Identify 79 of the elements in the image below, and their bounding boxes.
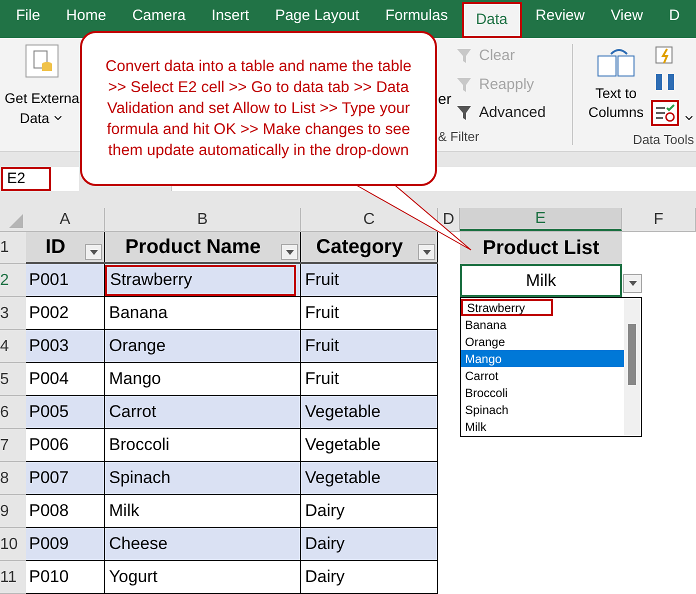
table-cell: Strawberry — [105, 264, 296, 296]
table-cell-text: Milk — [108, 500, 140, 522]
funnel-icon — [456, 76, 474, 94]
group-label: Data Tools — [632, 130, 695, 148]
flash-fill-icon[interactable] — [655, 46, 675, 64]
columns-icon — [597, 46, 635, 78]
table-cell-text: Spinach — [108, 467, 172, 490]
name-box[interactable]: E2 — [1, 167, 51, 191]
table-cell: P009 — [26, 528, 105, 560]
funnel-icon — [456, 47, 474, 66]
data-validation-icon — [655, 104, 675, 122]
table-cell: P002 — [26, 297, 105, 329]
table-cell: P003 — [26, 330, 105, 362]
dropdown-item[interactable]: Spinach — [461, 401, 624, 418]
table-cell: Dairy — [301, 561, 438, 593]
filter-label: er — [438, 91, 452, 108]
funnel-icon — [456, 104, 474, 122]
dropdown-item[interactable]: Strawberry — [461, 299, 553, 316]
ribbon-tab[interactable]: Formulas — [373, 2, 460, 30]
ribbon-tab[interactable]: Page Layout — [263, 2, 372, 30]
ribbon-tab[interactable]: File — [4, 2, 52, 30]
column-header[interactable]: B — [105, 208, 301, 231]
column-header[interactable]: F — [622, 208, 696, 231]
filter-dropdown-button[interactable] — [418, 244, 435, 260]
table-header-cell-text: Product Name — [124, 235, 262, 259]
table-cell-text: Cheese — [108, 533, 169, 556]
table-cell: P004 — [26, 363, 105, 395]
ribbon-tab[interactable]: Review — [524, 2, 597, 30]
caret-icon — [286, 250, 294, 254]
table-cell: Dairy — [301, 528, 438, 560]
dropdown-item[interactable]: Milk — [461, 418, 624, 435]
ribbon-tab[interactable]: D — [656, 2, 692, 30]
table-cell-text: Mango — [108, 368, 162, 390]
dropdown-item[interactable]: Carrot — [461, 367, 624, 384]
ribbon-tab[interactable]: Camera — [120, 2, 198, 30]
filter-dropdown-button[interactable] — [85, 244, 102, 260]
table-cell: Fruit — [301, 264, 438, 296]
table-cell: Vegetable — [301, 462, 438, 494]
table-cell: Vegetable — [301, 429, 438, 461]
text-to-columns-button[interactable]: Text to Columns — [585, 46, 647, 130]
column-header[interactable]: E — [460, 208, 622, 231]
table-cell-text: Broccoli — [108, 434, 170, 456]
caret-icon — [90, 250, 98, 254]
selected-cell[interactable]: Milk — [460, 264, 622, 297]
dropdown-item[interactable]: Mango — [461, 350, 624, 367]
table-cell: Fruit — [301, 297, 438, 329]
dropdown-item[interactable]: Orange — [461, 333, 624, 350]
table-cell: P006 — [26, 429, 105, 461]
table-cell: Dairy — [301, 495, 438, 527]
table-cell: P010 — [26, 561, 105, 593]
table-cell: Fruit — [301, 363, 438, 395]
table-cell: Vegetable — [301, 396, 438, 428]
filter-dropdown-button[interactable] — [281, 244, 298, 260]
caret-icon — [628, 281, 636, 286]
dropdown-item[interactable]: Banana — [461, 316, 624, 333]
table-cell: P008 — [26, 495, 105, 527]
table-header-cell-text: Category — [315, 235, 404, 259]
dropdown-button[interactable] — [623, 274, 642, 293]
table-cell: P005 — [26, 396, 105, 428]
table-cell-text: Yogurt — [108, 566, 159, 588]
document-database-icon — [25, 44, 59, 78]
table-cell: P001 — [26, 264, 105, 296]
group-label: & Filter — [438, 129, 480, 144]
scrollbar[interactable] — [624, 298, 641, 436]
filter-option-button[interactable]: Advanced — [456, 102, 546, 124]
table-header-cell-text: ID — [44, 235, 66, 259]
table-cell-text: Banana — [108, 302, 169, 324]
ribbon-tab[interactable]: Insert — [200, 2, 262, 30]
dropdown-item[interactable]: Broccoli — [461, 384, 624, 401]
table-cell: Fruit — [301, 330, 438, 362]
ribbon-tab[interactable]: View — [598, 2, 655, 30]
table-cell: P007 — [26, 462, 105, 494]
column-header[interactable]: A — [26, 208, 105, 231]
data-validation-button[interactable] — [651, 100, 679, 126]
product-list-header: Product List — [460, 232, 622, 264]
ribbon-tab[interactable]: Data — [462, 2, 522, 38]
table-cell-text: Carrot — [108, 401, 158, 424]
table-cell-text: Orange — [108, 335, 167, 358]
ribbon-tab[interactable]: Home — [54, 2, 118, 30]
